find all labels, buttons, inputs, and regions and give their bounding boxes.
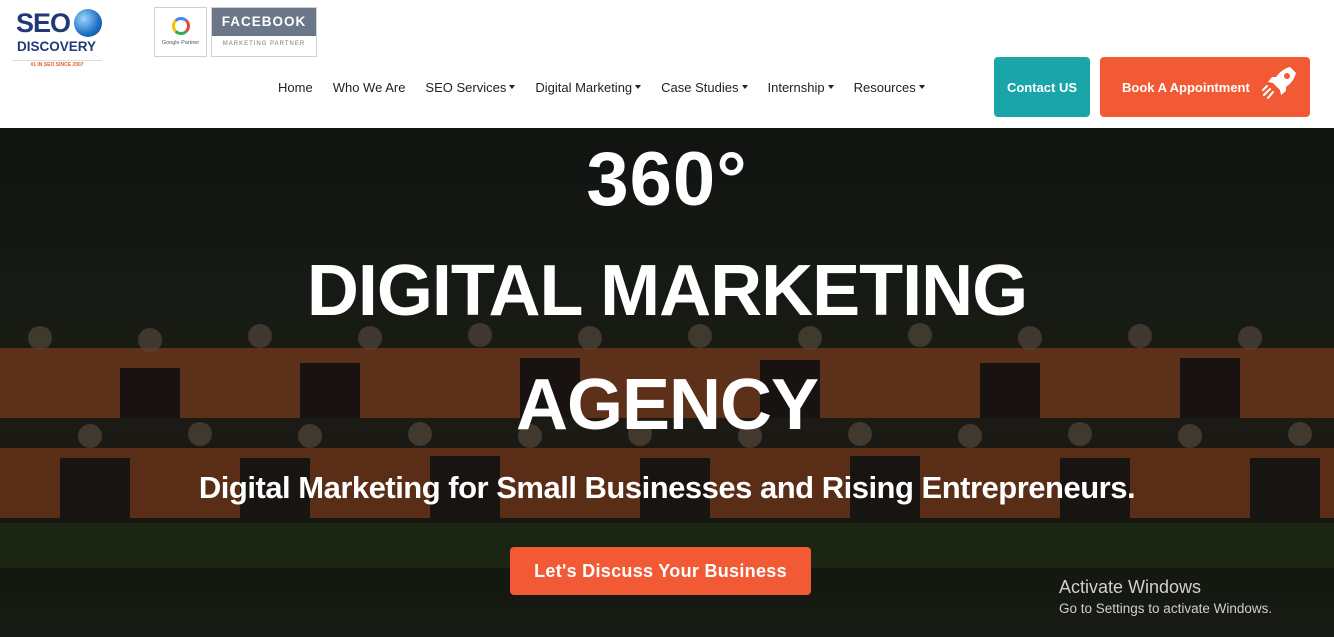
facebook-partner-badge: FACEBOOK MARKETING PARTNER — [211, 7, 317, 57]
nav-label: Resources — [853, 79, 916, 95]
nav-label: SEO Services — [425, 79, 507, 95]
hero-subtitle: Digital Marketing for Small Businesses a… — [198, 470, 1136, 505]
seo-discovery-logo[interactable]: SEO DISCOVERY #1 IN SEO SINCE 2007 — [10, 6, 103, 70]
caret-down-icon — [635, 85, 642, 89]
nav-item-digital-marketing[interactable]: Digital Marketing — [535, 78, 642, 96]
hero-heading-digital-marketing: DIGITAL MARKETING — [306, 251, 1028, 331]
activate-windows-subtitle: Go to Settings to activate Windows. — [1059, 601, 1273, 616]
nav-label: Home — [278, 79, 313, 95]
activate-windows-title: Activate Windows — [1059, 577, 1202, 597]
logo-text-discovery: DISCOVERY — [17, 39, 97, 54]
nav-label: Internship — [767, 79, 825, 95]
book-appointment-label: Book A Appointment — [1122, 79, 1250, 95]
caret-down-icon — [741, 85, 748, 89]
nav-item-case-studies[interactable]: Case Studies — [661, 78, 748, 96]
rocket-icon — [1262, 67, 1296, 99]
facebook-badge-title: FACEBOOK — [212, 8, 316, 36]
google-partner-badge: Google Partner — [154, 7, 207, 57]
nav-item-internship[interactable]: Internship — [768, 78, 834, 96]
nav-label: Digital Marketing — [535, 79, 633, 95]
hero-heading-360: 360° — [586, 137, 748, 222]
nav-label: Who We Are — [332, 79, 406, 95]
nav-label: Case Studies — [661, 79, 739, 95]
logo-text-seo: SEO — [16, 8, 71, 38]
nav-item-seo-services[interactable]: SEO Services — [425, 78, 516, 96]
logo-tagline: #1 IN SEO SINCE 2007 — [12, 60, 102, 68]
site-header: SEO DISCOVERY #1 IN SEO SINCE 2007 Googl… — [0, 0, 1334, 128]
discuss-business-button[interactable]: Let's Discuss Your Business — [510, 547, 811, 595]
facebook-badge-subtitle: MARKETING PARTNER — [222, 41, 306, 47]
activate-windows-watermark: Activate Windows Go to Settings to activ… — [1059, 577, 1272, 616]
contact-us-button[interactable]: Contact US — [994, 57, 1090, 117]
nav-item-home[interactable]: Home — [278, 78, 313, 96]
caret-down-icon — [827, 85, 834, 89]
google-icon — [172, 17, 190, 35]
nav-item-who-we-are[interactable]: Who We Are — [333, 78, 406, 96]
nav-item-resources[interactable]: Resources — [854, 78, 925, 96]
hero-heading-agency: AGENCY — [515, 365, 819, 445]
book-appointment-button[interactable]: Book A Appointment — [1100, 57, 1310, 117]
caret-down-icon — [509, 85, 516, 89]
google-partner-label: Google Partner — [161, 40, 200, 46]
globe-icon — [74, 9, 102, 37]
main-nav: Home Who We Are SEO Services Digital Mar… — [278, 78, 945, 96]
hero-section: 360° DIGITAL MARKETING AGENCY Digital Ma… — [0, 128, 1334, 637]
caret-down-icon — [918, 85, 925, 89]
